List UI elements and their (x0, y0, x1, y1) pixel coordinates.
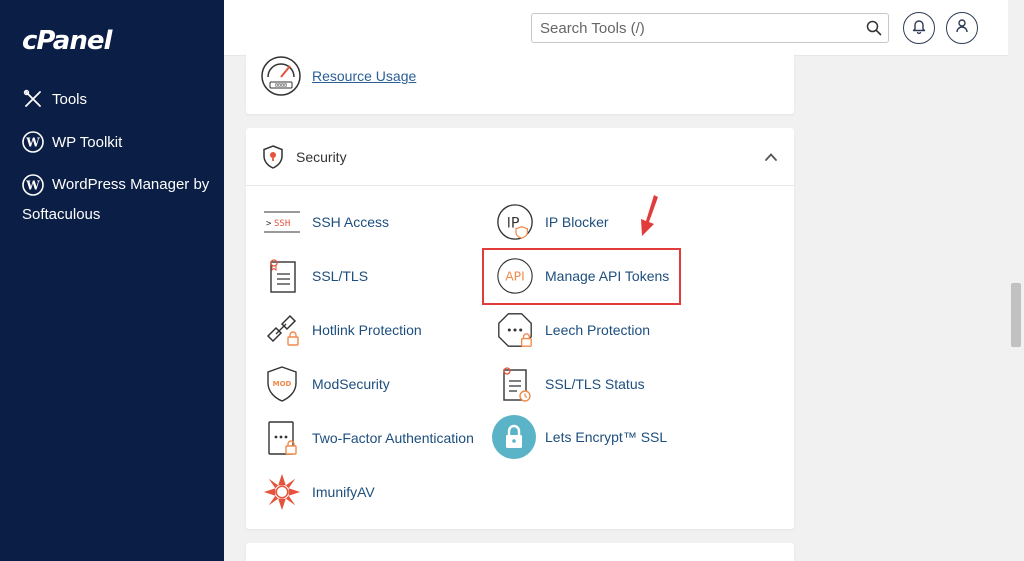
speedometer-icon: 0000 (260, 55, 302, 97)
tool-resource-usage[interactable]: 0000 Resource Usage (260, 55, 416, 97)
wordpress-icon: W (22, 174, 44, 196)
svg-text:>: > (266, 219, 272, 229)
tool-ip-blocker[interactable]: IP IP Blocker (495, 202, 609, 242)
user-menu-button[interactable] (946, 12, 978, 44)
svg-text:MOD: MOD (273, 380, 292, 388)
svg-text:W: W (25, 179, 40, 193)
tool-ssh-access[interactable]: > SSH SSH Access (262, 202, 389, 242)
tool-ssl-tls-status[interactable]: SSL/TLS Status (495, 364, 645, 404)
scrollbar-thumb[interactable] (1011, 283, 1021, 347)
tool-label: SSL/TLS Status (545, 376, 645, 392)
sidebar-item-wp-toolkit[interactable]: W WP Toolkit (22, 131, 122, 153)
leech-icon (495, 310, 535, 350)
sidebar-item-label: WordPress Manager by Softaculous (22, 176, 210, 223)
hotlink-icon (262, 310, 302, 350)
imunify-icon (262, 472, 302, 512)
tool-label[interactable]: Resource Usage (312, 68, 416, 84)
chevron-up-icon[interactable] (764, 150, 778, 164)
tool-hotlink-protection[interactable]: Hotlink Protection (262, 310, 422, 350)
security-card: Security > SSH SSH Access SSL/TLS Hotlink… (246, 128, 794, 529)
annotation-arrow-icon (641, 195, 658, 236)
tool-label: Hotlink Protection (312, 322, 422, 338)
tool-label: Lets Encrypt™ SSL (545, 429, 668, 445)
search-input[interactable] (532, 14, 860, 42)
tool-label: SSH Access (312, 214, 390, 230)
certificate-status-icon (495, 364, 535, 404)
tool-imunifyav[interactable]: ImunifyAV (262, 472, 375, 512)
ip-blocker-icon: IP (495, 202, 535, 242)
certificate-icon (262, 256, 302, 296)
section-title: Security (296, 148, 347, 165)
sidebar-item-tools[interactable]: Tools (22, 88, 87, 110)
annotation-highlight-box (482, 248, 681, 305)
vertical-scrollbar[interactable] (1008, 0, 1024, 561)
lock-icon (491, 414, 537, 460)
tool-label: Two-Factor Authentication (312, 430, 474, 446)
svg-text:W: W (25, 136, 40, 150)
tool-label: SSL/TLS (312, 268, 369, 284)
tool-label: IP Blocker (545, 214, 609, 230)
two-factor-icon (262, 418, 302, 458)
security-header[interactable]: Security (246, 128, 794, 186)
mod-shield-icon: MOD (262, 364, 302, 404)
bell-icon (912, 18, 926, 39)
notifications-button[interactable] (903, 12, 935, 44)
top-bar (224, 0, 1008, 56)
tool-label: ModSecurity (312, 376, 390, 392)
tool-two-factor-authentication[interactable]: Two-Factor Authentication (262, 418, 474, 458)
tool-label: Leech Protection (545, 322, 651, 338)
sidebar-item-label: Tools (52, 90, 88, 108)
tool-modsecurity[interactable]: MOD ModSecurity (262, 364, 390, 404)
tool-lets-encrypt-ssl[interactable]: Lets Encrypt™ SSL (491, 414, 667, 460)
svg-text:SSH: SSH (274, 219, 290, 229)
ssh-icon: > SSH (262, 202, 302, 242)
sidebar: cPanel Tools W WP Toolkit W WordPress Ma… (0, 0, 224, 561)
shield-icon (262, 144, 284, 169)
cpanel-logo[interactable]: cPanel (22, 26, 112, 56)
sidebar-item-wordpress-manager[interactable]: W WordPress Manager by Softaculous (22, 170, 212, 230)
user-icon (955, 18, 969, 39)
sidebar-item-label: WP Toolkit (52, 133, 123, 151)
tool-label: ImunifyAV (312, 484, 375, 500)
tools-icon (22, 88, 44, 110)
search-box (531, 13, 889, 43)
svg-text:0000: 0000 (275, 83, 287, 89)
tool-ssl-tls[interactable]: SSL/TLS (262, 256, 368, 296)
search-icon[interactable] (860, 14, 888, 42)
metrics-card: 0000 Resource Usage (246, 52, 794, 114)
wordpress-icon: W (22, 131, 44, 153)
next-section-card (246, 543, 794, 561)
tool-leech-protection[interactable]: Leech Protection (495, 310, 650, 350)
